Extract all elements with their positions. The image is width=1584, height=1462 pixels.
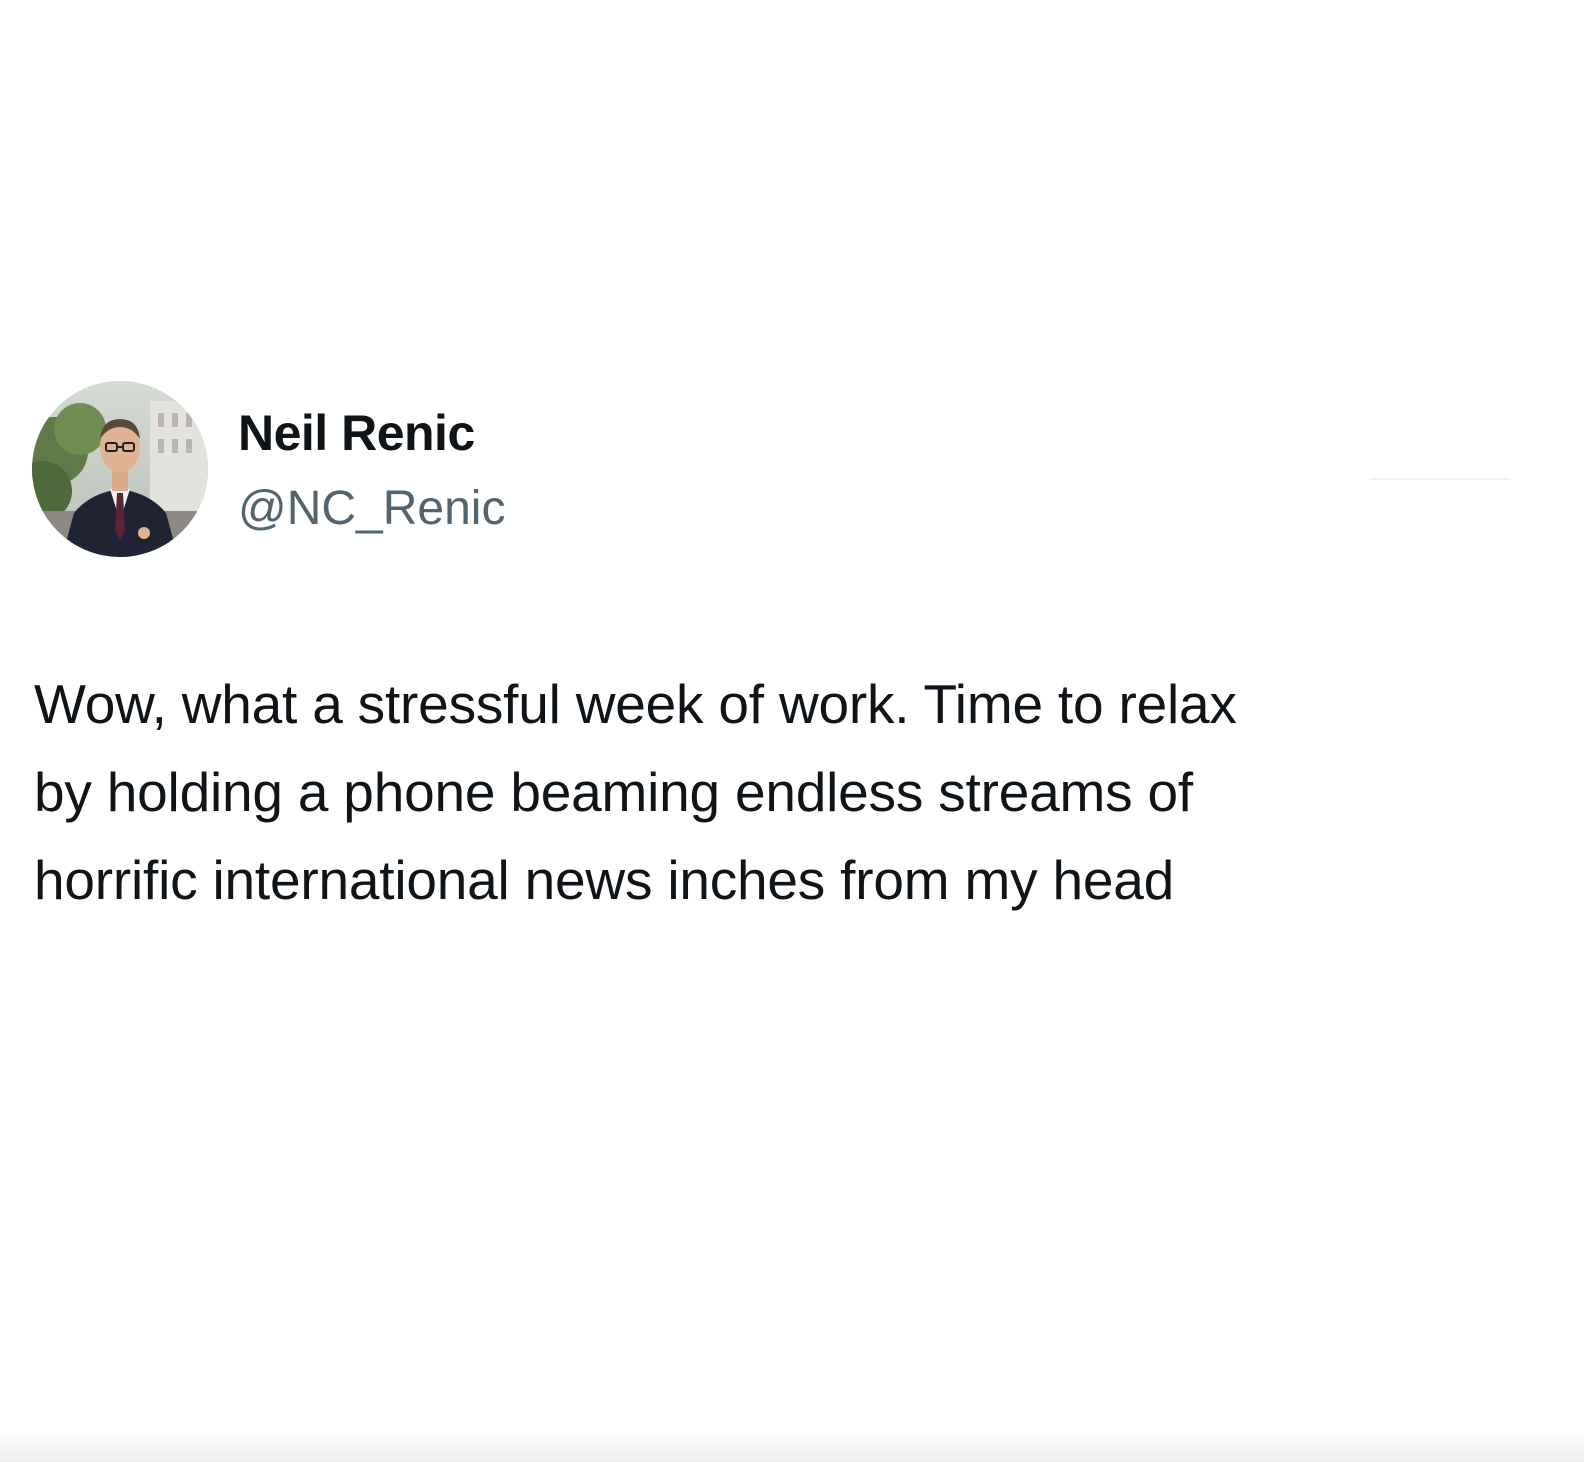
author-avatar[interactable] — [32, 381, 208, 557]
tweet-text-line: by holding a phone beaming endless strea… — [34, 761, 1193, 823]
tweet-body: Wow, what a stressful week of work. Time… — [34, 660, 1554, 924]
tweet-text-line: Wow, what a stressful week of work. Time… — [34, 673, 1237, 735]
author-name[interactable]: Neil Renic — [238, 404, 475, 462]
bottom-edge-shadow — [0, 1432, 1584, 1462]
tweet-card: Neil Renic @NC_Renic Wow, what a stressf… — [0, 0, 1584, 1462]
tweet-text-line: horrific international news inches from … — [34, 849, 1175, 911]
divider — [1370, 478, 1510, 480]
avatar-photo-icon — [32, 381, 208, 557]
author-handle[interactable]: @NC_Renic — [238, 481, 505, 536]
screenshot-page: Neil Renic @NC_Renic Wow, what a stressf… — [0, 0, 1584, 1462]
